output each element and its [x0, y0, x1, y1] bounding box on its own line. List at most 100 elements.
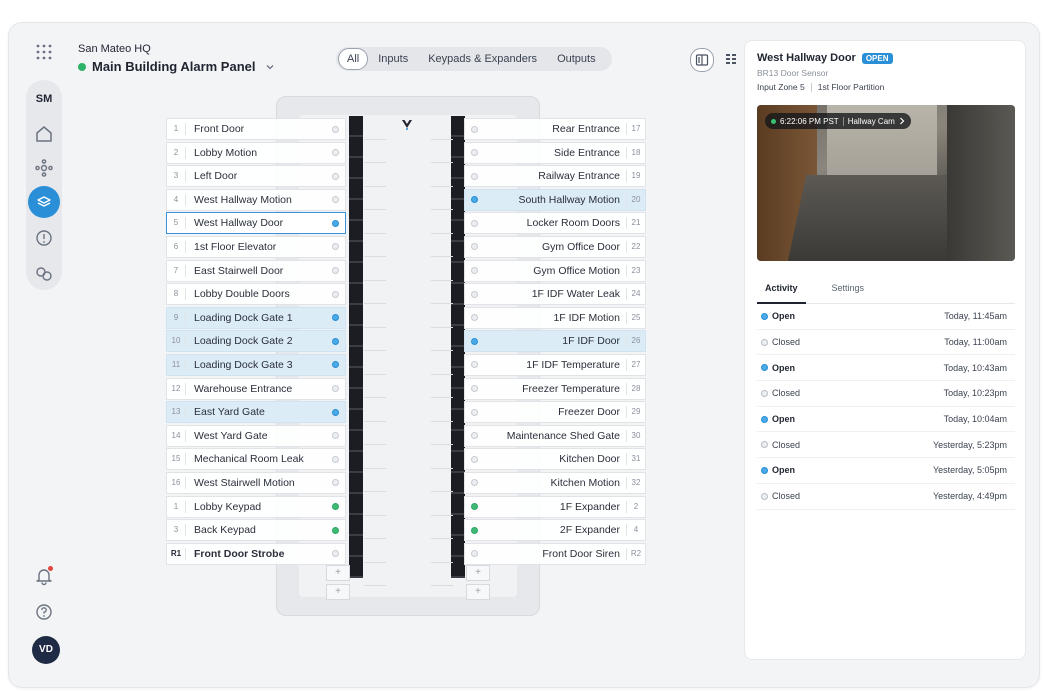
add-zone-icon[interactable]: +: [466, 565, 490, 581]
panel-selector[interactable]: Main Building Alarm Panel: [78, 59, 275, 74]
zone-name: 1F Expander: [559, 500, 620, 513]
zone-status-dot: [471, 267, 478, 275]
activity-row[interactable]: Open Today, 10:43am: [757, 355, 1015, 382]
filter-tab-all[interactable]: All: [338, 48, 369, 70]
activity-status: Open: [757, 414, 944, 424]
alert-icon[interactable]: [34, 228, 54, 248]
filter-tab-outputs[interactable]: Outputs: [547, 48, 606, 70]
zone-number: 2: [626, 500, 645, 513]
terminal: [349, 284, 363, 305]
zone-row[interactable]: 6 1st Floor Elevator: [166, 235, 346, 258]
activity-status: Closed: [757, 388, 944, 398]
zone-row[interactable]: Maintenance Shed Gate 30: [464, 424, 646, 447]
zone-row[interactable]: 1 Front Door: [166, 118, 346, 140]
zone-number: 18: [626, 146, 645, 159]
zone-row[interactable]: 10 Loading Dock Gate 2: [166, 330, 346, 353]
zone-name: Kitchen Door: [559, 453, 620, 466]
activity-row[interactable]: Open Today, 11:45am: [757, 304, 1015, 330]
zone-row[interactable]: Gym Office Motion 23: [464, 259, 646, 282]
zone-row[interactable]: 8 Lobby Double Doors: [166, 283, 346, 306]
terminal-label: [364, 187, 386, 210]
zone-row[interactable]: 12 Warehouse Entrance: [166, 377, 346, 400]
zone-row[interactable]: 13 East Yard Gate: [166, 401, 346, 424]
chevron-right-icon: [899, 117, 905, 125]
device-type: BR13 Door Sensor: [757, 68, 829, 78]
zone-row[interactable]: 1F IDF Motion 25: [464, 306, 646, 329]
zone-row[interactable]: Kitchen Motion 32: [464, 471, 646, 494]
activity-row[interactable]: Closed Yesterday, 4:49pm: [757, 484, 1015, 510]
zone-row[interactable]: 7 East Stairwell Door: [166, 259, 346, 282]
zone-name: Rear Entrance: [552, 123, 620, 135]
alarm-panel-icon[interactable]: [28, 186, 60, 218]
filter-tab-inputs[interactable]: Inputs: [368, 48, 418, 70]
add-zone-icon[interactable]: +: [326, 584, 350, 600]
zone-row[interactable]: 11 Loading Dock Gate 3: [166, 353, 346, 376]
zone-row[interactable]: 3 Back Keypad: [166, 519, 346, 542]
zone-row[interactable]: 14 West Yard Gate: [166, 424, 346, 447]
camera-chip[interactable]: 6:22:06 PM PST Hallway Cam: [765, 113, 911, 129]
help-icon[interactable]: [34, 602, 54, 622]
activity-row[interactable]: Open Yesterday, 5:05pm: [757, 458, 1015, 484]
zone-row[interactable]: Rear Entrance 17: [464, 118, 646, 140]
apps-grid-icon[interactable]: [34, 42, 54, 62]
zone-row[interactable]: 1F Expander 2: [464, 495, 646, 518]
zone-row[interactable]: 3 Left Door: [166, 165, 346, 188]
terminal-label: [431, 234, 453, 257]
zone-row[interactable]: Kitchen Door 31: [464, 448, 646, 471]
zone-number: 2: [167, 146, 186, 159]
tab-settings[interactable]: Settings: [824, 277, 873, 303]
list-view-icon[interactable]: [720, 48, 742, 70]
devices-network-icon[interactable]: [34, 158, 54, 178]
terminal: [451, 494, 465, 515]
zone-number: 32: [626, 476, 645, 489]
notifications-bell-icon[interactable]: [34, 566, 54, 586]
zone-name: Lobby Double Doors: [194, 288, 290, 301]
terminal: [349, 515, 363, 536]
zone-name: Back Keypad: [194, 524, 256, 537]
zone-number: 22: [626, 240, 645, 253]
zone-row[interactable]: 16 West Stairwell Motion: [166, 471, 346, 494]
integrations-icon[interactable]: [34, 264, 54, 284]
zone-row[interactable]: 1F IDF Water Leak 24: [464, 283, 646, 306]
activity-row[interactable]: Open Today, 10:04am: [757, 407, 1015, 433]
add-zone-icon[interactable]: +: [326, 565, 350, 581]
tab-activity[interactable]: Activity: [757, 277, 806, 304]
terminal: [349, 536, 363, 557]
zone-row[interactable]: 5 West Hallway Door: [166, 212, 346, 235]
zone-row[interactable]: 1F IDF Temperature 27: [464, 353, 646, 376]
zone-row[interactable]: 9 Loading Dock Gate 1: [166, 306, 346, 329]
zone-row[interactable]: 1F IDF Door 26: [464, 330, 646, 353]
terminal-label: [431, 445, 453, 469]
zone-row[interactable]: 1 Lobby Keypad: [166, 495, 346, 518]
activity-row[interactable]: Closed Yesterday, 5:23pm: [757, 432, 1015, 459]
terminal-label: [431, 516, 453, 539]
zone-row[interactable]: Locker Room Doors 21: [464, 212, 646, 235]
camera-feed[interactable]: 6:22:06 PM PST Hallway Cam: [757, 105, 1015, 261]
site-switcher-badge[interactable]: SM: [26, 84, 62, 114]
zone-row[interactable]: Side Entrance 18: [464, 141, 646, 164]
panel-view-icon[interactable]: [690, 48, 714, 72]
zone-row[interactable]: 4 West Hallway Motion: [166, 188, 346, 211]
zone-row[interactable]: Freezer Temperature 28: [464, 377, 646, 400]
zone-status-dot: [332, 479, 339, 487]
zone-row[interactable]: South Hallway Motion 20: [464, 188, 646, 211]
activity-row[interactable]: Closed Today, 10:23pm: [757, 381, 1015, 407]
terminal-label: [431, 563, 453, 586]
activity-row[interactable]: Closed Today, 11:00am: [757, 330, 1015, 356]
add-zone-icon[interactable]: +: [466, 584, 490, 600]
zone-number: 1: [167, 500, 186, 513]
zone-status-dot: [332, 172, 339, 180]
home-icon[interactable]: [34, 124, 54, 144]
zone-row[interactable]: Railway Entrance 19: [464, 165, 646, 188]
zone-status-dot: [471, 196, 478, 204]
zone-row[interactable]: Front Door Siren R2: [464, 542, 646, 565]
zone-row[interactable]: 15 Mechanical Room Leak: [166, 448, 346, 471]
filter-tab-keypads-expanders[interactable]: Keypads & Expanders: [418, 48, 547, 70]
zone-row[interactable]: 2F Expander 4: [464, 519, 646, 542]
activity-status: Closed: [757, 440, 933, 450]
user-avatar[interactable]: VD: [32, 636, 60, 664]
zone-row[interactable]: Freezer Door 29: [464, 401, 646, 424]
zone-row[interactable]: 2 Lobby Motion: [166, 141, 346, 164]
zone-row[interactable]: Gym Office Door 22: [464, 235, 646, 258]
zone-row[interactable]: R1 Front Door Strobe: [166, 542, 346, 565]
